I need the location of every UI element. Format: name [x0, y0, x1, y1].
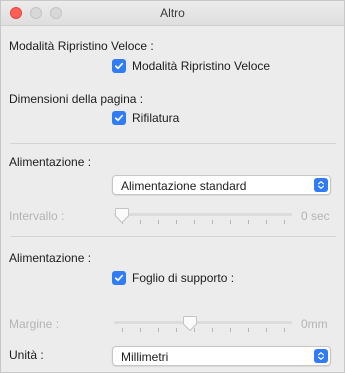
interval-value: 0 sec: [301, 209, 330, 223]
slider-tick: [266, 220, 267, 224]
slider-tick: [230, 220, 231, 224]
slider-tick: [230, 328, 231, 332]
checkmark-icon: [112, 59, 126, 73]
slider-tick: [176, 220, 177, 224]
margin-value: 0mm: [301, 317, 328, 331]
settings-window: Altro Modalità Ripristino Veloce : Modal…: [0, 0, 345, 373]
feeding-select[interactable]: Alimentazione standard: [112, 175, 331, 195]
slider-tick: [212, 328, 213, 332]
interval-slider[interactable]: [114, 207, 292, 227]
slider-tick: [248, 328, 249, 332]
slider-tick: [140, 220, 141, 224]
units-select[interactable]: Millimetri: [112, 346, 331, 366]
window-title: Altro: [160, 6, 185, 20]
page-size-section-label: Dimensioni della pagina :: [9, 92, 144, 106]
title-bar: Altro: [1, 1, 344, 26]
slider-tick: [266, 328, 267, 332]
support-sheet-checkbox[interactable]: Foglio di supporto :: [112, 271, 234, 285]
checkmark-icon: [112, 111, 126, 125]
checkmark-icon: [112, 271, 126, 285]
feeding-section-label: Alimentazione :: [9, 155, 92, 169]
slider-track: [114, 213, 292, 216]
feeding2-section-label: Alimentazione :: [9, 251, 92, 265]
margin-slider[interactable]: [114, 315, 292, 335]
margin-label: Margine :: [9, 317, 60, 331]
slider-tick: [122, 328, 123, 332]
slider-tick: [158, 220, 159, 224]
interval-label: Intervallo :: [9, 209, 65, 223]
slider-tick: [212, 220, 213, 224]
units-select-value: Millimetri: [121, 350, 169, 364]
slider-tick: [194, 220, 195, 224]
slider-tick: [284, 220, 285, 224]
trimming-checkbox[interactable]: Rifilatura: [112, 111, 179, 125]
feeding-select-value: Alimentazione standard: [121, 179, 247, 193]
slider-tick: [158, 328, 159, 332]
slider-track: [114, 321, 292, 324]
separator: [10, 236, 336, 237]
slider-knob[interactable]: [182, 315, 198, 332]
updown-chevron-icon: [314, 349, 328, 363]
slider-knob[interactable]: [114, 207, 130, 224]
support-sheet-checkbox-label: Foglio di supporto :: [132, 271, 235, 285]
slider-tick: [248, 220, 249, 224]
units-label: Unità :: [9, 348, 44, 362]
trimming-checkbox-label: Rifilatura: [132, 111, 180, 125]
slider-tick: [284, 328, 285, 332]
updown-chevron-icon: [314, 178, 328, 192]
quick-restore-checkbox[interactable]: Modalità Ripristino Veloce: [112, 59, 270, 73]
quick-restore-checkbox-label: Modalità Ripristino Veloce: [132, 59, 271, 73]
quick-restore-section-label: Modalità Ripristino Veloce :: [9, 39, 154, 53]
slider-tick: [176, 328, 177, 332]
slider-tick: [140, 328, 141, 332]
separator: [10, 143, 336, 144]
